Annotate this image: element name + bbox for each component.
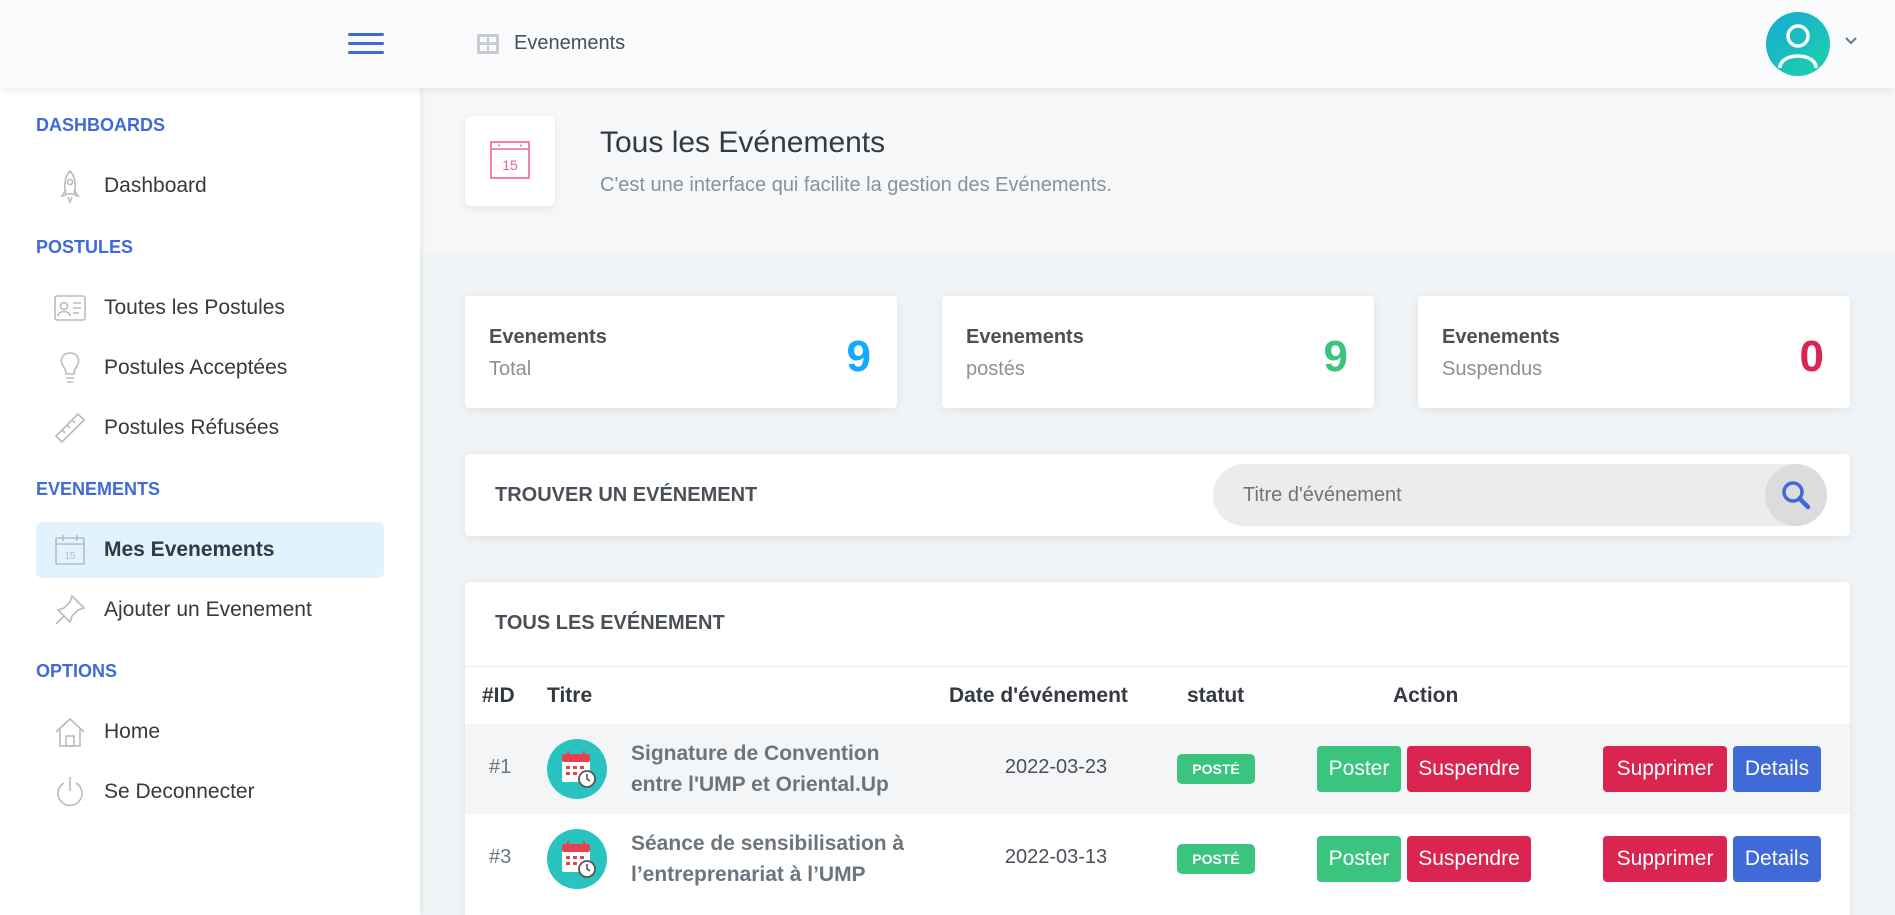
calendar-clock-icon — [562, 841, 596, 878]
main-content: 15 Tous les Evénements C'est une interfa… — [420, 88, 1895, 915]
pin-icon — [55, 594, 86, 625]
stat-card-total: Evenements Total 9 — [465, 296, 897, 408]
sidebar-item-label: Toutes les Postules — [104, 296, 285, 319]
stat-label: Evenements — [1442, 326, 1560, 348]
chevron-down-icon[interactable] — [1844, 34, 1858, 48]
sidebar-item-postules-acceptees[interactable]: Postules Acceptées — [36, 340, 384, 396]
sidebar-heading-evenements: EVENEMENTS — [36, 479, 161, 499]
column-header-id: #ID — [482, 684, 515, 707]
post-button[interactable]: Poster — [1317, 746, 1401, 792]
sidebar-heading-options: OPTIONS — [36, 661, 118, 681]
divider — [465, 666, 1850, 667]
power-icon — [57, 777, 83, 807]
column-header-action: Action — [1393, 684, 1459, 707]
suspend-button[interactable]: Suspendre — [1407, 836, 1531, 882]
event-date: 2022-03-13 — [1004, 846, 1108, 868]
sidebar-item-mes-evenements[interactable]: 15 Mes Evenements — [36, 522, 384, 578]
sidebar-item-home[interactable]: Home — [36, 704, 384, 760]
breadcrumb: Evenements — [476, 32, 625, 55]
details-button[interactable]: Details — [1733, 746, 1821, 792]
suspend-button[interactable]: Suspendre — [1407, 746, 1531, 792]
details-button[interactable]: Details — [1733, 836, 1821, 882]
calendar-icon: 15 — [55, 535, 85, 565]
sidebar-item-postules-refusees[interactable]: Postules Réfusées — [36, 400, 384, 456]
calendar-clock-icon — [562, 751, 596, 788]
event-id: #3 — [489, 846, 512, 868]
table-row: #3 Séance de sensibilisation à l’entrepr… — [465, 814, 1850, 904]
stat-value: 9 — [846, 332, 871, 381]
sidebar-heading-dashboards: DASHBOARDS — [36, 115, 166, 135]
search-card: TROUVER UN EVÉNEMENT — [465, 454, 1850, 536]
sidebar-item-label: Postules Acceptées — [104, 356, 288, 379]
event-thumbnail — [547, 739, 607, 799]
sidebar-item-label: Se Deconnecter — [104, 780, 255, 803]
page-title: Tous les Evénements — [600, 126, 886, 159]
stat-sublabel: Total — [489, 358, 532, 380]
event-title[interactable]: Séance de sensibilisation à l’entreprena… — [631, 828, 931, 890]
search-card-title: TROUVER UN EVÉNEMENT — [495, 484, 758, 506]
rocket-icon — [60, 169, 80, 204]
calendar-icon: 15 — [490, 141, 530, 179]
grid-icon — [477, 33, 499, 54]
stat-label: Evenements — [966, 326, 1084, 348]
status-badge: POSTÉ — [1177, 844, 1255, 874]
sidebar-item-label: Ajouter un Evenement — [104, 598, 312, 621]
id-card-icon — [54, 295, 86, 321]
column-header-status: statut — [1187, 684, 1245, 707]
home-icon — [55, 717, 85, 747]
stat-sublabel: Suspendus — [1442, 358, 1543, 380]
table-title: TOUS LES EVÉNEMENT — [495, 612, 725, 634]
sidebar-item-label: Mes Evenements — [104, 538, 275, 561]
sidebar-item-label: Dashboard — [104, 174, 207, 197]
user-avatar[interactable] — [1766, 12, 1830, 76]
stat-sublabel: postés — [966, 358, 1025, 380]
search-box — [1213, 464, 1827, 526]
calendar-day: 15 — [502, 157, 518, 173]
page-subtitle: C'est une interface qui facilite la gest… — [600, 174, 1112, 196]
breadcrumb-label: Evenements — [514, 32, 626, 54]
event-date: 2022-03-23 — [1004, 756, 1108, 778]
menu-toggle-icon[interactable] — [348, 31, 384, 55]
stat-card-suspendus: Evenements Suspendus 0 — [1418, 296, 1850, 408]
column-header-title: Titre — [547, 684, 593, 707]
event-id: #1 — [489, 756, 512, 778]
sidebar-item-ajouter-evenement[interactable]: Ajouter un Evenement — [36, 582, 384, 638]
sidebar-item-label: Postules Réfusées — [104, 416, 280, 439]
sidebar-item-deconnecter[interactable]: Se Deconnecter — [36, 764, 384, 820]
user-icon — [1778, 24, 1818, 69]
top-header: Evenements — [0, 0, 1895, 88]
sidebar: DASHBOARDS Dashboard POSTULES Toutes les… — [0, 88, 420, 915]
svg-text:15: 15 — [64, 551, 76, 562]
event-thumbnail — [547, 829, 607, 889]
page-icon-box: 15 — [465, 116, 555, 206]
table-row: #1 Signature de Convention entre l'UMP e… — [465, 724, 1850, 814]
stat-value: 0 — [1799, 332, 1824, 381]
status-badge: POSTÉ — [1177, 754, 1255, 784]
ruler-icon — [54, 412, 86, 444]
stat-value: 9 — [1323, 332, 1348, 381]
delete-button[interactable]: Supprimer — [1603, 836, 1727, 882]
sidebar-heading-postules: POSTULES — [36, 237, 134, 257]
column-header-date: Date d'événement — [949, 684, 1128, 707]
event-title[interactable]: Signature de Convention entre l'UMP et O… — [631, 738, 931, 800]
sidebar-item-dashboard[interactable]: Dashboard — [36, 158, 384, 214]
lightbulb-icon — [60, 352, 80, 383]
search-icon — [1782, 481, 1811, 510]
sidebar-item-toutes-postules[interactable]: Toutes les Postules — [36, 280, 384, 336]
page-title-band: 15 Tous les Evénements C'est une interfa… — [420, 88, 1895, 252]
post-button[interactable]: Poster — [1317, 836, 1401, 882]
stat-label: Evenements — [489, 326, 607, 348]
search-button[interactable] — [1765, 464, 1827, 526]
events-table-card: TOUS LES EVÉNEMENT #ID Titre Date d'évén… — [465, 582, 1850, 915]
stat-card-postes: Evenements postés 9 — [942, 296, 1374, 408]
sidebar-item-label: Home — [104, 720, 161, 743]
delete-button[interactable]: Supprimer — [1603, 746, 1727, 792]
search-input[interactable] — [1243, 464, 1743, 526]
